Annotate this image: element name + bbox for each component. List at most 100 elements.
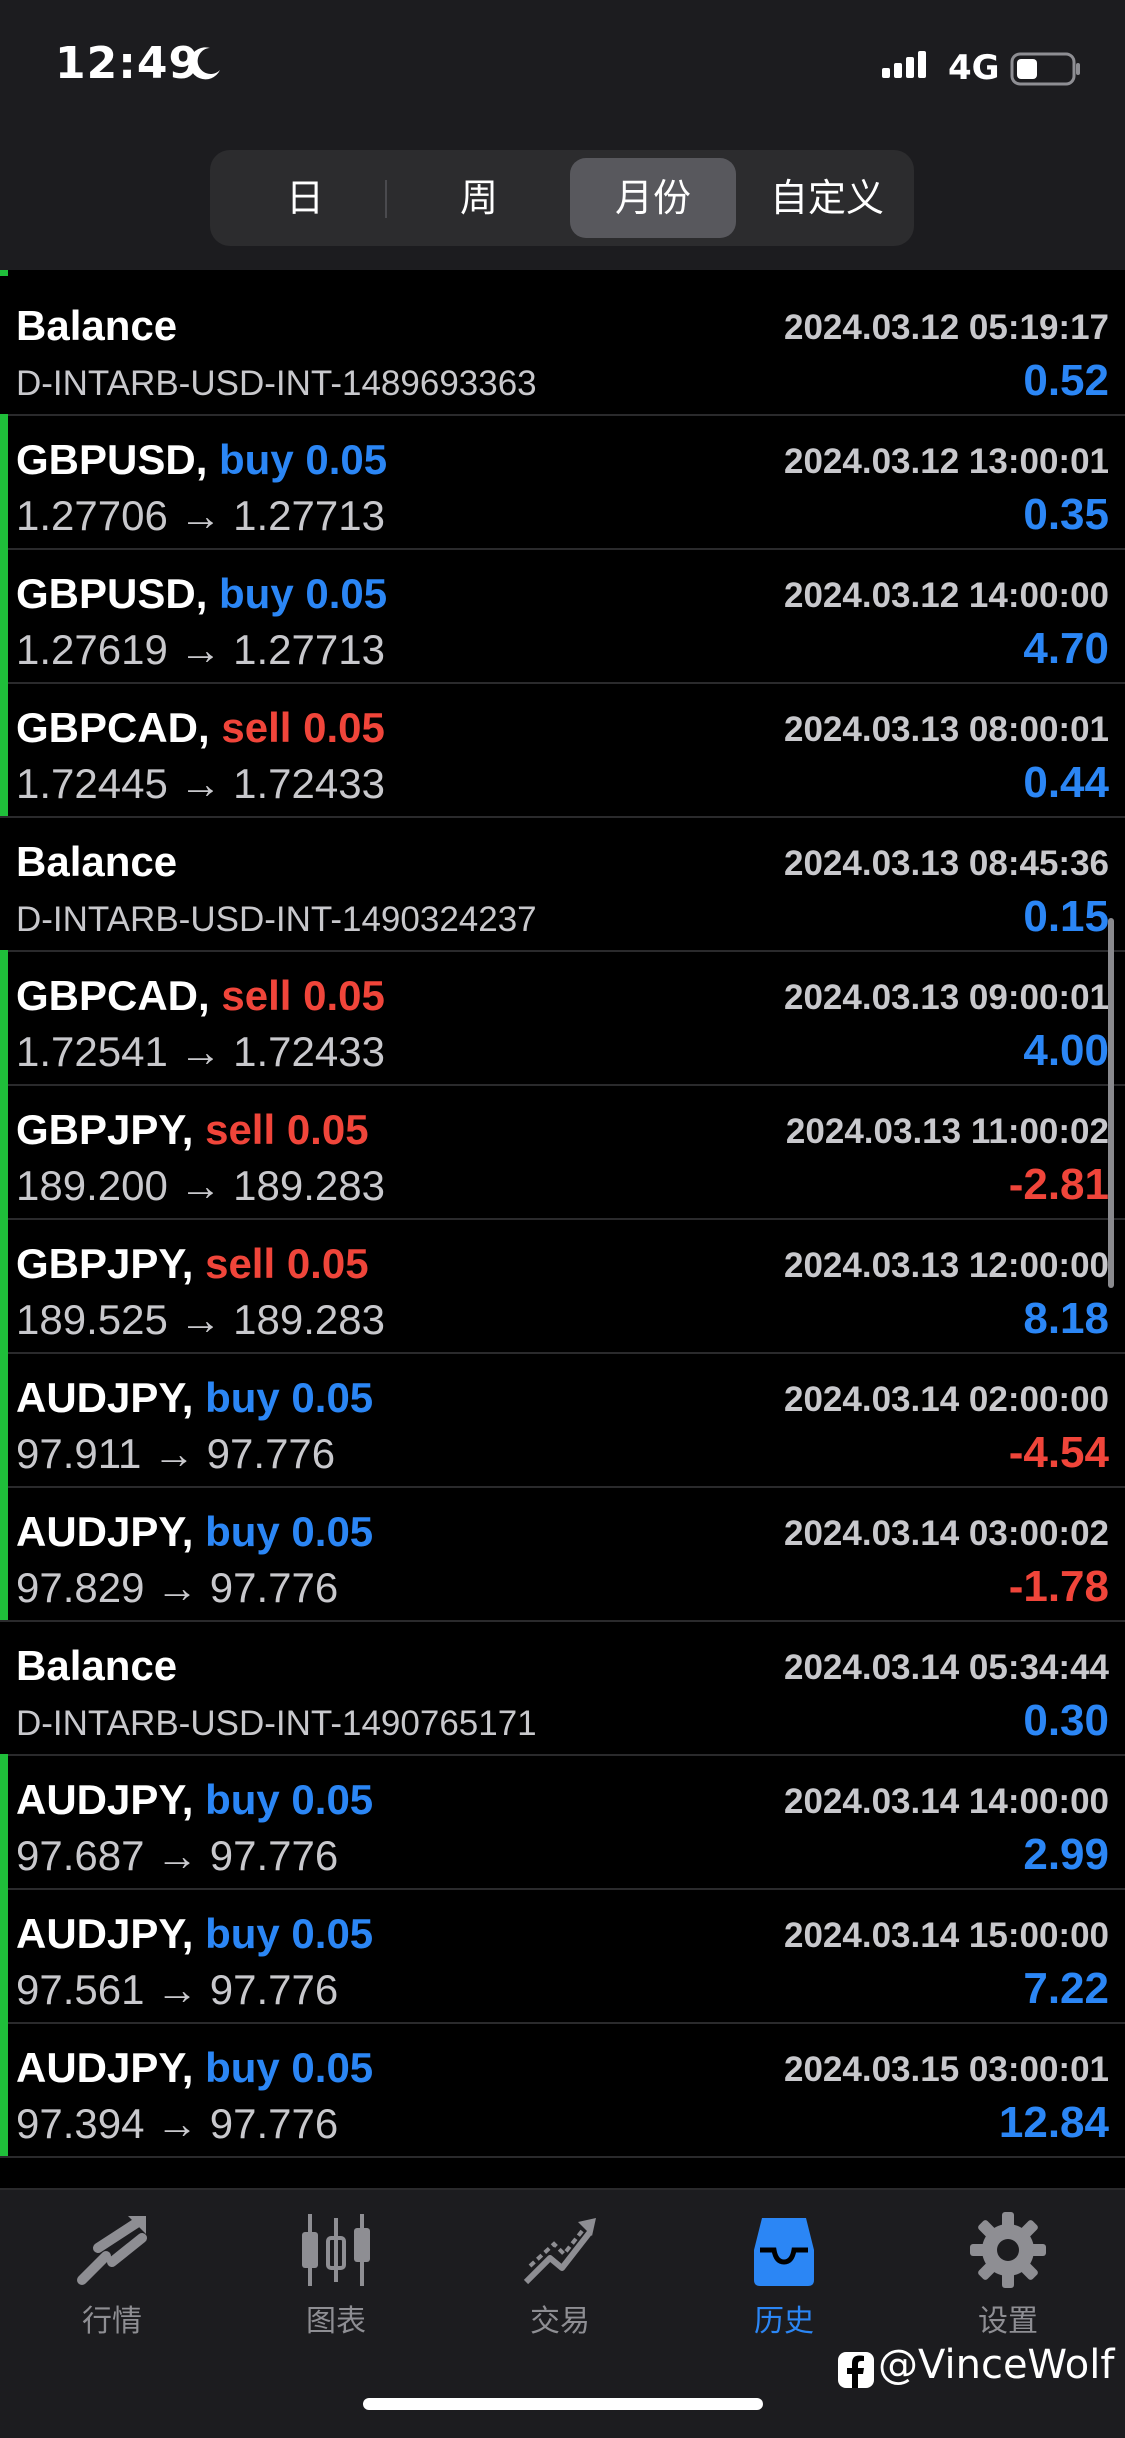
balance-comment: D-INTARB-USD-INT-1489693363 bbox=[16, 364, 537, 403]
symbol: GBPUSD, bbox=[16, 570, 208, 617]
history-list[interactable]: Balance 2024.03.12 05:19:17 D-INTARB-USD-I… bbox=[0, 270, 1125, 2188]
row-title: AUDJPY, buy 0.05 bbox=[16, 1910, 373, 1958]
balance-row[interactable]: Balance 2024.03.12 05:19:17 D-INTARB-USD-I… bbox=[0, 280, 1125, 416]
trade-indicator-bar bbox=[0, 1888, 8, 2022]
profit-value: 7.22 bbox=[1023, 1964, 1109, 2013]
row-title: GBPJPY, sell 0.05 bbox=[16, 1106, 369, 1154]
row-title: AUDJPY, buy 0.05 bbox=[16, 1374, 373, 1422]
timestamp: 2024.03.12 14:00:00 bbox=[784, 576, 1109, 615]
profit-value: 4.70 bbox=[1023, 624, 1109, 673]
trade-indicator-bar bbox=[0, 2022, 8, 2156]
trade-side-volume: sell 0.05 bbox=[205, 1240, 369, 1287]
row-title: GBPJPY, sell 0.05 bbox=[16, 1240, 369, 1288]
price-range: 1.27619 → 1.27713 bbox=[16, 626, 385, 673]
trade-indicator-bar bbox=[0, 414, 8, 548]
symbol: AUDJPY, bbox=[16, 1910, 194, 1957]
price-range: 97.911 → 97.776 bbox=[16, 1430, 336, 1477]
facebook-logo-icon bbox=[838, 2352, 874, 2388]
period-header: 日 周 月份 自定义 bbox=[0, 140, 1125, 270]
row-title: GBPUSD, buy 0.05 bbox=[16, 436, 387, 484]
profit-value: 0.52 bbox=[1023, 356, 1109, 405]
row-edge-indicator bbox=[0, 270, 8, 276]
watermark-text: @VinceWolf bbox=[878, 2342, 1115, 2388]
symbol: AUDJPY, bbox=[16, 1374, 194, 1421]
timestamp: 2024.03.13 11:00:02 bbox=[785, 1112, 1109, 1151]
row-title: AUDJPY, buy 0.05 bbox=[16, 1776, 373, 1824]
tab-quotes[interactable]: 行情 bbox=[22, 2210, 202, 2340]
timestamp: 2024.03.14 02:00:00 bbox=[784, 1380, 1109, 1419]
timestamp: 2024.03.14 15:00:00 bbox=[784, 1916, 1109, 1955]
symbol: GBPJPY, bbox=[16, 1106, 194, 1153]
balance-label: Balance bbox=[16, 1642, 178, 1689]
trade-indicator-bar bbox=[0, 682, 8, 816]
timestamp: 2024.03.14 14:00:00 bbox=[784, 1782, 1109, 1821]
battery-icon bbox=[1010, 52, 1080, 86]
network-label: 4G bbox=[948, 48, 1000, 88]
candlestick-chart-icon bbox=[302, 2214, 370, 2286]
trade-indicator-bar bbox=[0, 1218, 8, 1352]
row-title: Balance bbox=[16, 302, 177, 350]
trade-row[interactable]: AUDJPY, buy 0.05 2024.03.14 02:00:00 97.91… bbox=[0, 1352, 1125, 1488]
timestamp: 2024.03.13 09:00:01 bbox=[784, 978, 1109, 1017]
trade-row[interactable]: GBPCAD, sell 0.05 2024.03.13 08:00:01 1.72… bbox=[0, 682, 1125, 818]
trade-icon bbox=[523, 2218, 596, 2285]
balance-row[interactable]: Balance 2024.03.13 08:45:36 D-INTARB-USD-I… bbox=[0, 816, 1125, 952]
timestamp: 2024.03.13 08:45:36 bbox=[784, 844, 1109, 883]
trade-row[interactable]: GBPCAD, sell 0.05 2024.03.13 09:00:01 1.72… bbox=[0, 950, 1125, 1086]
tab-bar: 行情 图表 交易 历史 设置 @VinceWolf bbox=[0, 2188, 1125, 2438]
trade-row[interactable]: AUDJPY, buy 0.05 2024.03.15 03:00:01 97.39… bbox=[0, 2022, 1125, 2158]
trade-row[interactable]: GBPJPY, sell 0.05 2024.03.13 11:00:02 189.… bbox=[0, 1084, 1125, 1220]
trade-side-volume: sell 0.05 bbox=[205, 1106, 369, 1153]
status-bar: 12:49 4G bbox=[0, 0, 1125, 140]
segment-day[interactable]: 日 bbox=[222, 158, 388, 238]
trade-side-volume: buy 0.05 bbox=[205, 2044, 374, 2091]
trade-side-volume: buy 0.05 bbox=[205, 1508, 374, 1555]
segment-month[interactable]: 月份 bbox=[570, 158, 736, 238]
trade-row[interactable]: GBPUSD, buy 0.05 2024.03.12 14:00:00 1.276… bbox=[0, 548, 1125, 684]
trade-side-volume: buy 0.05 bbox=[205, 1374, 374, 1421]
trade-side-volume: buy 0.05 bbox=[205, 1776, 374, 1823]
home-indicator[interactable] bbox=[363, 2398, 763, 2410]
balance-row[interactable]: Balance 2024.03.14 05:34:44 D-INTARB-USD-I… bbox=[0, 1620, 1125, 1756]
period-segmented-control: 日 周 月份 自定义 bbox=[210, 150, 914, 246]
tab-settings[interactable]: 设置 bbox=[918, 2210, 1098, 2340]
trade-side-volume: buy 0.05 bbox=[205, 1910, 374, 1957]
profit-value: 8.18 bbox=[1023, 1294, 1109, 1343]
segment-week[interactable]: 周 bbox=[396, 158, 562, 238]
history-inbox-icon bbox=[754, 2218, 814, 2286]
trade-row[interactable]: AUDJPY, buy 0.05 2024.03.14 15:00:00 97.56… bbox=[0, 1888, 1125, 2024]
price-range: 189.200 → 189.283 bbox=[16, 1162, 385, 1209]
moon-icon bbox=[189, 47, 220, 80]
trade-side-volume: buy 0.05 bbox=[219, 436, 388, 483]
balance-label: Balance bbox=[16, 302, 178, 349]
profit-value: -1.78 bbox=[1008, 1562, 1109, 1611]
balance-label: Balance bbox=[16, 838, 178, 885]
tab-trade[interactable]: 交易 bbox=[470, 2210, 650, 2340]
profit-value: 0.44 bbox=[1023, 758, 1109, 807]
price-range: 1.72445 → 1.72433 bbox=[16, 760, 385, 807]
trade-row[interactable]: GBPUSD, buy 0.05 2024.03.12 13:00:01 1.277… bbox=[0, 414, 1125, 550]
profit-value: 0.15 bbox=[1023, 892, 1109, 941]
trade-row[interactable]: GBPJPY, sell 0.05 2024.03.13 12:00:00 189.… bbox=[0, 1218, 1125, 1354]
symbol: GBPCAD, bbox=[16, 972, 210, 1019]
segment-custom[interactable]: 自定义 bbox=[744, 158, 910, 238]
symbol: AUDJPY, bbox=[16, 1508, 194, 1555]
symbol: AUDJPY, bbox=[16, 1776, 194, 1823]
trade-indicator-bar bbox=[0, 1754, 8, 1888]
row-title: GBPCAD, sell 0.05 bbox=[16, 972, 385, 1020]
profit-value: 2.99 bbox=[1023, 1830, 1109, 1879]
segment-divider bbox=[385, 180, 387, 218]
trade-side-volume: sell 0.05 bbox=[221, 972, 385, 1019]
row-title: AUDJPY, buy 0.05 bbox=[16, 1508, 373, 1556]
trade-side-volume: buy 0.05 bbox=[219, 570, 388, 617]
tab-charts[interactable]: 图表 bbox=[246, 2210, 426, 2340]
timestamp: 2024.03.15 03:00:01 bbox=[784, 2050, 1109, 2089]
scrollbar[interactable] bbox=[1108, 918, 1114, 1288]
trade-row[interactable]: AUDJPY, buy 0.05 2024.03.14 03:00:02 97.82… bbox=[0, 1486, 1125, 1622]
profit-value: 0.30 bbox=[1023, 1696, 1109, 1745]
trade-row[interactable]: AUDJPY, buy 0.05 2024.03.14 14:00:00 97.68… bbox=[0, 1754, 1125, 1890]
tab-history[interactable]: 历史 bbox=[694, 2210, 874, 2340]
timestamp: 2024.03.12 13:00:01 bbox=[784, 442, 1109, 481]
profit-value: -2.81 bbox=[1008, 1160, 1109, 1209]
timestamp: 2024.03.14 05:34:44 bbox=[784, 1648, 1109, 1687]
